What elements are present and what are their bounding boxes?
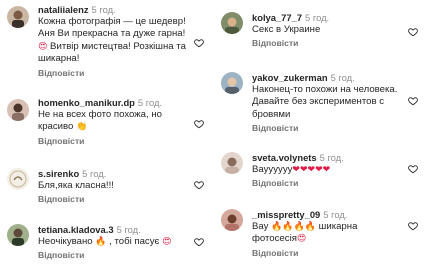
avatar[interactable] xyxy=(7,224,29,246)
heart-icon[interactable] xyxy=(408,164,418,174)
comment-username[interactable]: tetiana.kladova.3 xyxy=(38,224,114,235)
heart-icon[interactable] xyxy=(408,221,418,231)
comment-username[interactable]: nataliialenz xyxy=(38,4,89,15)
comment-time: 5 год. xyxy=(137,97,163,108)
comment-username[interactable]: homenko_manikur.dp xyxy=(38,97,135,108)
reply-button[interactable]: Відповісти xyxy=(252,123,404,134)
reply-button[interactable]: Відповісти xyxy=(252,248,404,259)
fire-icon: 🔥 xyxy=(304,222,316,232)
reply-button[interactable]: Відповісти xyxy=(38,136,190,147)
red-heart-icon: ❤ xyxy=(299,165,308,175)
comment-time: 5 год. xyxy=(323,209,348,220)
heart-icon[interactable] xyxy=(408,96,418,106)
red-heart-icon: ❤ xyxy=(292,165,300,175)
smiling-face-with-heart-eyes-icon: 😍 xyxy=(38,41,48,52)
avatar[interactable] xyxy=(7,6,29,28)
comment-time: 5 год. xyxy=(319,152,344,163)
avatar[interactable] xyxy=(221,209,243,231)
comment-text: Секс в Украине xyxy=(252,24,321,35)
heart-icon[interactable] xyxy=(194,237,204,247)
comment-text: Вауууууу❤❤❤❤❤ xyxy=(252,164,331,175)
comments-column-right: kolya_77_7 5 год. Секс в Украине Відповіс… xyxy=(214,0,428,269)
reply-button[interactable]: Відповісти xyxy=(38,250,190,261)
heart-icon[interactable] xyxy=(194,180,204,190)
comment-username[interactable]: s.sirenko xyxy=(38,168,79,179)
fire-icon: 🔥 xyxy=(271,222,283,232)
hands-icon: 👏 xyxy=(76,122,88,133)
red-heart-icon: ❤ xyxy=(315,165,323,175)
comment-time: 5 год. xyxy=(116,224,141,235)
comment-username[interactable]: yakov_zukerman xyxy=(252,72,328,83)
avatar[interactable] xyxy=(7,168,29,190)
comment-text: Наконец-то похожи на человека. Давайте б… xyxy=(252,84,398,120)
comment-text: Бля,яка класна!!! xyxy=(38,180,114,191)
reply-button[interactable]: Відповісти xyxy=(252,38,404,49)
comment-text: Не на всех фото похожа, но красиво 👏 xyxy=(38,109,162,133)
comment-time: 5 год. xyxy=(91,4,116,15)
avatar[interactable] xyxy=(7,99,29,121)
comment-text: Неочікувано 🔥 , тобі пасує 😍 xyxy=(38,236,172,247)
fire-icon: 🔥 xyxy=(282,222,294,232)
fire-icon: 🔥 xyxy=(293,222,305,232)
comment-username[interactable]: sveta.volynets xyxy=(252,152,317,163)
avatar[interactable] xyxy=(221,72,243,94)
avatar[interactable] xyxy=(221,152,243,174)
reply-button[interactable]: Відповісти xyxy=(38,194,190,205)
avatar[interactable] xyxy=(221,12,243,34)
smiling-face-with-heart-eyes-icon: 😍 xyxy=(162,237,172,247)
comment-username[interactable]: _misspretty_09 xyxy=(252,209,320,220)
red-heart-icon: ❤ xyxy=(322,165,331,175)
heart-icon[interactable] xyxy=(194,38,204,48)
comment-time: 5 год. xyxy=(330,72,355,83)
comment-time: 5 год. xyxy=(305,12,330,23)
heart-icon[interactable] xyxy=(408,27,418,37)
comment-username[interactable]: kolya_77_7 xyxy=(252,12,302,23)
reply-button[interactable]: Відповісти xyxy=(38,68,190,79)
comment-text: Кожна фотографія — це шедевр! Аня Ви пре… xyxy=(38,16,186,65)
red-heart-icon: ❤ xyxy=(307,165,316,175)
comment-text: Вау 🔥🔥🔥🔥 шикарна фотосесія😍 xyxy=(252,221,358,245)
heart-icon[interactable] xyxy=(194,119,204,129)
fire-icon: 🔥 xyxy=(95,237,107,247)
comment-time: 5 год. xyxy=(82,168,107,179)
reply-button[interactable]: Відповісти xyxy=(252,178,404,189)
comments-column-left: nataliialenz 5 год. Кожна фотографія — це… xyxy=(0,0,214,269)
smiling-face-with-heart-eyes-icon: 😍 xyxy=(296,234,307,245)
